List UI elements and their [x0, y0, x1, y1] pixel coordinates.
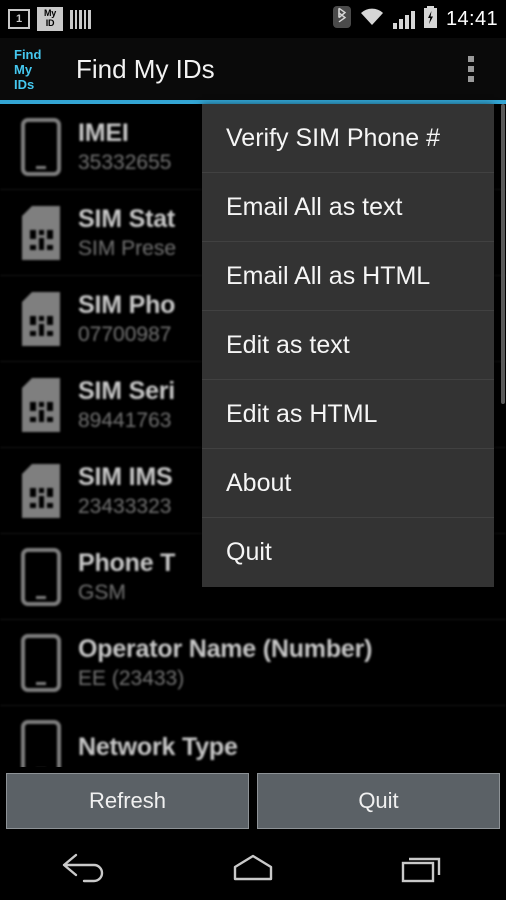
menu-item-label: Verify SIM Phone # [226, 123, 441, 152]
list-item-label: Phone T [78, 548, 176, 577]
app-icon-line3: IDs [14, 76, 35, 92]
refresh-button[interactable]: Refresh [6, 773, 249, 829]
sim-card-icon [8, 204, 74, 262]
my-id-line1: My [44, 8, 56, 18]
quit-button-label: Quit [358, 788, 399, 813]
quit-button[interactable]: Quit [257, 773, 500, 829]
action-bar: Find My IDs Find My IDs [0, 38, 506, 100]
home-icon[interactable] [203, 835, 303, 900]
phone-icon [8, 117, 74, 176]
list-item-value: 23433323 [78, 494, 172, 518]
list-scrollbar[interactable] [501, 104, 505, 404]
phone-icon [8, 547, 74, 606]
menu-item-verify-sim-phone[interactable]: Verify SIM Phone # [202, 104, 494, 173]
status-bar: 1 My ID 14:41 [0, 0, 506, 38]
menu-item-label: Quit [226, 538, 272, 566]
menu-item-about[interactable]: About [202, 449, 494, 518]
menu-item-label: Email All as HTML [226, 261, 431, 290]
recents-icon[interactable] [372, 835, 472, 900]
list-item-label: SIM Pho [78, 290, 176, 319]
list-item-label: IMEI [78, 118, 129, 147]
sim-card-icon [8, 462, 74, 520]
overflow-dropdown-menu[interactable]: Verify SIM Phone # Email All as text Ema… [202, 104, 494, 587]
menu-item-quit[interactable]: Quit [202, 518, 494, 587]
refresh-button-label: Refresh [88, 788, 167, 813]
list-item-value: 07700987 [78, 322, 172, 346]
barcode-icon [70, 9, 91, 29]
sim-slot-one-icon: 1 [8, 9, 30, 29]
menu-item-edit-as-html[interactable]: Edit as HTML [202, 380, 494, 449]
my-id-icon: My ID [37, 7, 63, 31]
list-item-label: SIM IMS [78, 462, 173, 491]
list-item-label: SIM Stat [78, 204, 176, 233]
menu-item-label: Edit as HTML [226, 399, 378, 428]
app-icon: Find My IDs [14, 47, 66, 92]
app-icon-line1: Find [14, 46, 42, 62]
menu-item-edit-as-text[interactable]: Edit as text [202, 311, 494, 380]
navigation-bar [0, 835, 506, 900]
back-icon[interactable] [34, 835, 134, 900]
list-item-value: GSM [78, 580, 126, 604]
menu-item-email-all-as-text[interactable]: Email All as text [202, 173, 494, 242]
list-item-value: EE (23433) [78, 666, 185, 690]
bluetooth-icon [332, 5, 351, 33]
sim-card-icon [8, 376, 74, 434]
phone-screen: 1 My ID 14:41 Find My IDs Find My IDs IM… [0, 0, 506, 900]
status-bar-notifications: 1 My ID [8, 7, 91, 31]
list-item-value: SIM Prese [78, 236, 177, 260]
sim-slot-one-label: 1 [8, 9, 30, 29]
bottom-button-bar: Refresh Quit [0, 767, 506, 835]
menu-item-label: Email All as text [226, 192, 403, 221]
list-item[interactable]: Operator Name (Number) EE (23433) [0, 620, 506, 706]
menu-item-label: Edit as text [226, 330, 350, 359]
sim-card-icon [8, 290, 74, 348]
signal-icon [392, 9, 415, 29]
status-bar-system-icons: 14:41 [332, 5, 498, 33]
list-item[interactable]: Network Type [0, 706, 506, 767]
phone-icon [8, 719, 74, 767]
list-item-label: Network Type [78, 732, 238, 761]
battery-charging-icon [423, 5, 438, 33]
phone-icon [8, 633, 74, 692]
app-icon-line2: My [14, 61, 33, 77]
wifi-icon [359, 7, 385, 32]
list-item-label: SIM Seri [78, 376, 176, 405]
list-item-label: Operator Name (Number) [78, 634, 373, 663]
menu-item-email-all-as-html[interactable]: Email All as HTML [202, 242, 494, 311]
page-title: Find My IDs [76, 53, 215, 84]
status-bar-clock: 14:41 [445, 7, 498, 30]
overflow-menu-icon[interactable] [456, 43, 486, 95]
my-id-line2: ID [45, 18, 55, 28]
list-item-value: 35332655 [78, 150, 172, 174]
list-item-value: 89441763 [78, 408, 172, 432]
menu-item-label: About [226, 468, 292, 497]
